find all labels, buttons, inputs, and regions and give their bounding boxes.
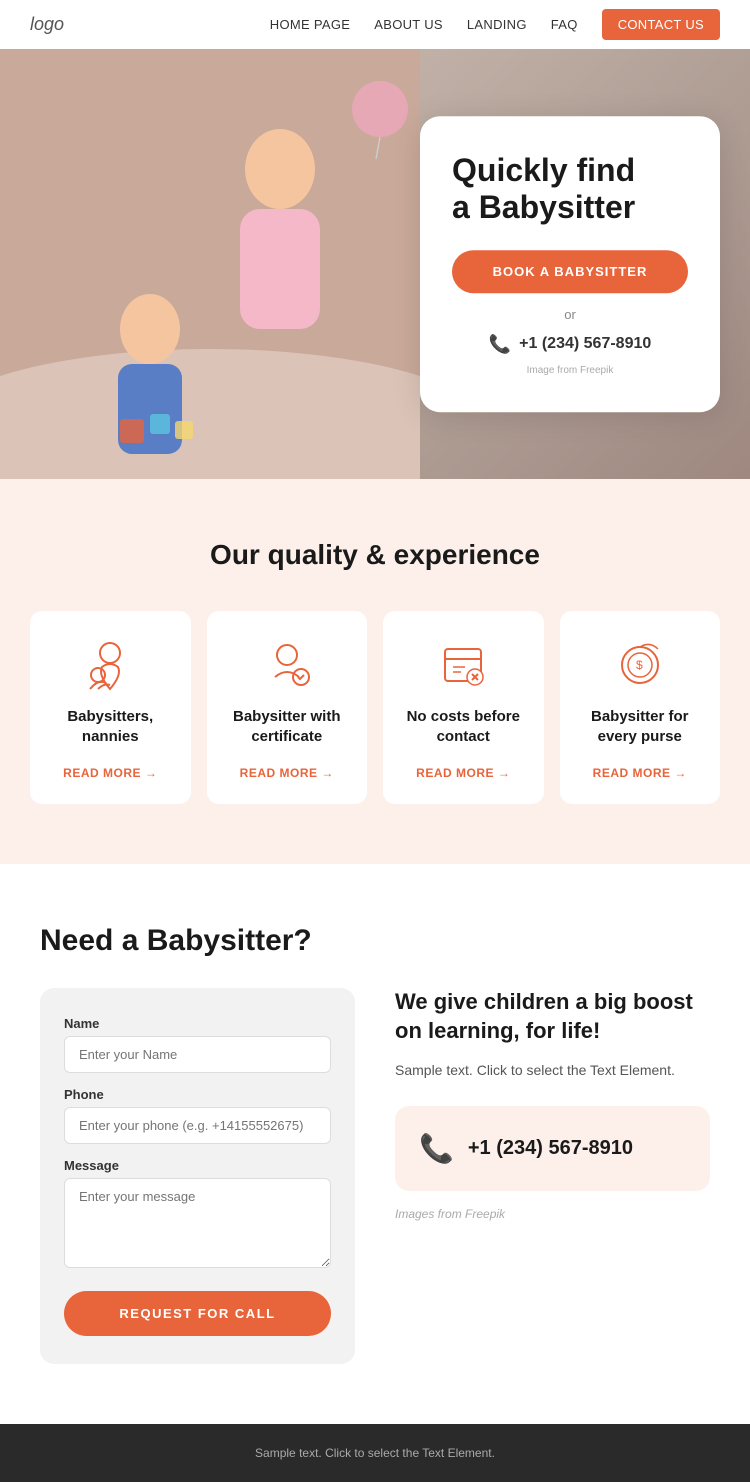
message-input[interactable] [64, 1178, 331, 1268]
hero-or-text: or [452, 307, 688, 322]
hero-photo [0, 49, 420, 479]
hero-image-credit: Image from Freepik [452, 365, 688, 376]
card-2-title: Babysitter with certificate [225, 707, 350, 746]
babysitters-icon [84, 639, 136, 691]
message-group: Message [64, 1158, 331, 1273]
nav-home[interactable]: HOME PAGE [270, 17, 350, 32]
contact-phone-card: 📞 +1 (234) 567-8910 [395, 1106, 710, 1191]
quality-card-4: $ Babysitter for every purse READ MORE [560, 611, 721, 804]
svg-text:$: $ [636, 658, 643, 672]
card-3-read-more[interactable]: READ MORE [416, 766, 510, 780]
name-input[interactable] [64, 1036, 331, 1073]
card-1-read-more[interactable]: READ MORE [63, 766, 157, 780]
book-babysitter-button[interactable]: BOOK A BABYSITTER [452, 250, 688, 293]
contact-info: We give children a big boost on learning… [395, 988, 710, 1221]
hero-phone: 📞 +1 (234) 567-8910 [452, 334, 688, 355]
quality-section: Our quality & experience Babysitters, na… [0, 479, 750, 864]
navbar: logo HOME PAGE ABOUT US LANDING FAQ CONT… [0, 0, 750, 49]
phone-input[interactable] [64, 1107, 331, 1144]
message-label: Message [64, 1158, 331, 1173]
logo: logo [30, 14, 64, 35]
contact-info-headline: We give children a big boost on learning… [395, 988, 710, 1045]
contact-phone-icon: 📞 [419, 1132, 454, 1165]
contact-title: Need a Babysitter? [40, 924, 710, 958]
phone-label: Phone [64, 1087, 331, 1102]
quality-cards-grid: Babysitters, nannies READ MORE Babysitte… [30, 611, 720, 804]
contact-info-body: Sample text. Click to select the Text El… [395, 1059, 710, 1081]
hero-phone-number: +1 (234) 567-8910 [519, 335, 651, 353]
purse-icon: $ [614, 639, 666, 691]
nav-faq[interactable]: FAQ [551, 17, 578, 32]
contact-section: Need a Babysitter? Name Phone Message RE… [0, 864, 750, 1424]
card-4-title: Babysitter for every purse [578, 707, 703, 746]
card-4-read-more[interactable]: READ MORE [593, 766, 687, 780]
quality-title: Our quality & experience [30, 539, 720, 571]
request-call-button[interactable]: REQUEST FOR CALL [64, 1291, 331, 1336]
nav-contact-button[interactable]: CONTACT US [602, 9, 720, 40]
nav-about[interactable]: ABOUT US [374, 17, 443, 32]
contact-phone-number: +1 (234) 567-8910 [468, 1137, 633, 1160]
nav-landing[interactable]: LANDING [467, 17, 527, 32]
nav-links: HOME PAGE ABOUT US LANDING FAQ CONTACT U… [270, 16, 720, 34]
footer-text: Sample text. Click to select the Text El… [22, 1446, 728, 1460]
card-3-title: No costs before contact [401, 707, 526, 746]
quality-card-3: No costs before contact READ MORE [383, 611, 544, 804]
name-label: Name [64, 1016, 331, 1031]
phone-group: Phone [64, 1087, 331, 1144]
hero-title: Quickly find a Babysitter [452, 152, 688, 226]
no-cost-icon [437, 639, 489, 691]
name-group: Name [64, 1016, 331, 1073]
card-2-read-more[interactable]: READ MORE [240, 766, 334, 780]
phone-icon: 📞 [489, 334, 511, 355]
hero-background: Quickly find a Babysitter BOOK A BABYSIT… [0, 49, 750, 479]
quality-card-1: Babysitters, nannies READ MORE [30, 611, 191, 804]
certificate-icon [261, 639, 313, 691]
contact-layout: Name Phone Message REQUEST FOR CALL We g… [40, 988, 710, 1364]
quality-card-2: Babysitter with certificate READ MORE [207, 611, 368, 804]
footer: Sample text. Click to select the Text El… [0, 1424, 750, 1482]
hero-section: Quickly find a Babysitter BOOK A BABYSIT… [0, 49, 750, 479]
hero-card: Quickly find a Babysitter BOOK A BABYSIT… [420, 116, 720, 412]
contact-form-wrap: Name Phone Message REQUEST FOR CALL [40, 988, 355, 1364]
contact-image-credit: Images from Freepik [395, 1207, 710, 1221]
card-1-title: Babysitters, nannies [48, 707, 173, 746]
